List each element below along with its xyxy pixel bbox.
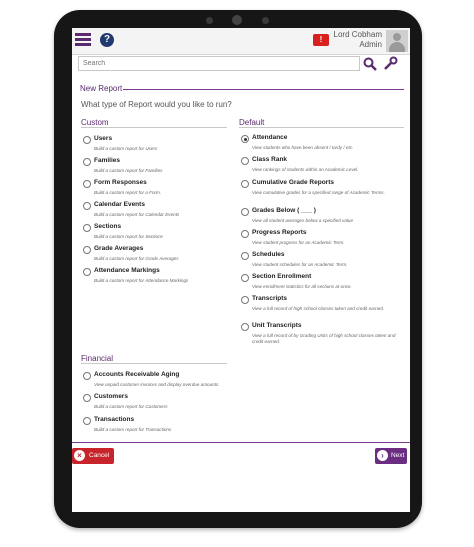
option-description: Build a custom report for a Form. <box>94 190 162 195</box>
next-label: Next <box>391 452 405 459</box>
help-icon[interactable]: ? <box>100 33 114 47</box>
camera-dot <box>206 17 213 24</box>
radio-button[interactable] <box>241 135 249 143</box>
radio-button[interactable] <box>241 208 249 216</box>
app-screen: ? ! Lord Cobham Admin New Report What ty… <box>72 28 410 512</box>
option-label: Attendance Markings <box>94 267 160 274</box>
option-label: Cumulative Grade Reports <box>252 179 334 186</box>
option-description: Build a custom report for Sections <box>94 234 163 239</box>
option-label: Calendar Events <box>94 201 145 208</box>
option-description: View rankings of students within an Acad… <box>252 167 359 172</box>
option-label: Customers <box>94 393 128 400</box>
cancel-button[interactable]: × Cancel <box>72 448 114 464</box>
radio-button[interactable] <box>241 180 249 188</box>
radio-button[interactable] <box>83 136 91 144</box>
radio-button[interactable] <box>241 252 249 260</box>
option-label: Form Responses <box>94 179 147 186</box>
option-description: Build a custom report for Grade Averages <box>94 256 179 261</box>
cancel-label: Cancel <box>89 452 110 459</box>
custom-heading: Custom <box>81 118 109 127</box>
option-label: Transactions <box>94 416 135 423</box>
radio-button[interactable] <box>241 230 249 238</box>
financial-divider <box>81 363 227 364</box>
footer-divider <box>72 442 410 443</box>
financial-heading: Financial <box>81 354 114 363</box>
radio-button[interactable] <box>83 246 91 254</box>
option-description: View student schedules for an Academic T… <box>252 262 348 267</box>
radio-button[interactable] <box>83 158 91 166</box>
next-arrow-icon: › <box>377 450 388 461</box>
radio-button[interactable] <box>241 323 249 331</box>
radio-button[interactable] <box>241 157 249 165</box>
default-heading: Default <box>239 118 265 127</box>
option-description: Build a custom report for Customers <box>94 404 168 409</box>
option-label: Progress Reports <box>252 229 307 236</box>
option-label: Transcripts <box>252 295 288 302</box>
option-description: View cumulative grades for a specified r… <box>252 190 385 195</box>
title-divider <box>123 89 404 90</box>
option-description: Build a custom report for Transactions <box>94 427 172 432</box>
option-label: Section Enrollment <box>252 273 312 280</box>
radio-button[interactable] <box>83 268 91 276</box>
option-label: Grades Below ( ___ ) <box>252 207 316 214</box>
user-name: Lord Cobham <box>333 30 382 39</box>
option-label: Unit Transcripts <box>252 322 302 329</box>
page-question: What type of Report would you like to ru… <box>81 100 232 109</box>
search-icon[interactable] <box>362 56 378 72</box>
user-role: Admin <box>359 40 382 49</box>
option-description: Build a custom report for Calendar Event… <box>94 212 180 217</box>
option-label: Class Rank <box>252 156 288 163</box>
radio-button[interactable] <box>83 417 91 425</box>
search-input[interactable] <box>78 56 360 71</box>
option-description: View unpaid customer invoices and displa… <box>94 382 220 387</box>
radio-button[interactable] <box>241 296 249 304</box>
top-bar: ? ! Lord Cobham Admin <box>72 28 410 55</box>
option-label: Users <box>94 135 113 142</box>
radio-button[interactable] <box>241 274 249 282</box>
option-description: View all student averages below a specif… <box>252 218 354 223</box>
wrench-icon[interactable] <box>382 56 398 72</box>
next-button[interactable]: › Next <box>375 448 407 464</box>
radio-button[interactable] <box>83 202 91 210</box>
camera-dot <box>262 17 269 24</box>
user-info[interactable]: Lord Cobham Admin <box>334 30 382 50</box>
option-description: View enrollment statistics for all secti… <box>252 284 352 289</box>
camera-lens <box>232 15 242 25</box>
option-label: Sections <box>94 223 122 230</box>
page-title: New Report <box>80 84 123 93</box>
radio-button[interactable] <box>83 224 91 232</box>
search-row <box>78 56 404 72</box>
option-description: Build a custom report for Families <box>94 168 163 173</box>
option-label: Schedules <box>252 251 285 258</box>
default-divider <box>239 127 404 128</box>
option-description: Build a custom report for Attendance Mar… <box>94 278 189 283</box>
option-description: View student progress for an Academic Te… <box>252 240 345 245</box>
option-description: Build a custom report for Users <box>94 146 158 151</box>
radio-button[interactable] <box>83 180 91 188</box>
option-label: Grade Averages <box>94 245 144 252</box>
option-label: Attendance <box>252 134 288 141</box>
cancel-x-icon: × <box>74 450 85 461</box>
radio-button[interactable] <box>83 372 91 380</box>
hamburger-icon[interactable] <box>75 33 91 46</box>
radio-button[interactable] <box>83 394 91 402</box>
option-label: Accounts Receivable Aging <box>94 371 180 378</box>
avatar-icon[interactable] <box>386 30 408 52</box>
option-label: Families <box>94 157 121 164</box>
custom-divider <box>81 127 227 128</box>
alert-icon[interactable]: ! <box>313 34 329 46</box>
option-description: View students who have been absent / tar… <box>252 145 354 150</box>
option-description: View a full record of high school classe… <box>252 306 385 311</box>
option-description: View a full record of by Grading Units o… <box>252 333 396 344</box>
